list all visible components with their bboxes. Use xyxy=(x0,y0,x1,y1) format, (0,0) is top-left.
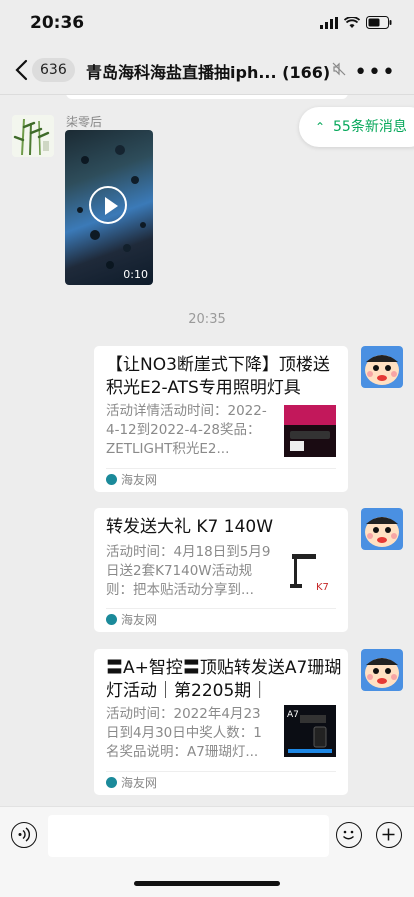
link-card[interactable]: 〓A+智控〓顶贴转发送A7珊瑚灯活动｜第2205期｜ 活动时间：2022年4月2… xyxy=(94,649,348,795)
battery-icon xyxy=(366,16,392,29)
mute-icon xyxy=(332,62,346,76)
message-timestamp: 20:35 xyxy=(188,312,226,327)
card-thumbnail xyxy=(284,405,336,457)
new-messages-button[interactable]: ⌃ 55条新消息 xyxy=(299,107,414,147)
emoji-icon[interactable] xyxy=(336,822,362,848)
double-chevron-up-icon: ⌃ xyxy=(315,120,326,134)
card-title: 转发送大礼 K7 140W xyxy=(106,517,274,537)
back-icon[interactable] xyxy=(12,58,32,82)
sender-name: 柒零后 xyxy=(66,115,103,129)
card-source-label: 海友网 xyxy=(121,613,158,627)
source-icon xyxy=(106,777,117,788)
status-icons xyxy=(320,16,392,29)
my-avatar[interactable] xyxy=(361,346,403,388)
card-title: 【让NO3断崖式下降】顶楼送积光E2-ATS专用照明灯具 xyxy=(106,355,330,398)
link-card[interactable]: 转发送大礼 K7 140W 活动时间：4月18日到5月9日送2套K7140W活动… xyxy=(94,508,348,632)
card-description: 活动时间：2022年4月23日到4月30日中奖人数：1名奖品说明：A7珊瑚灯..… xyxy=(106,706,262,760)
previous-message-bubble xyxy=(66,95,348,99)
card-thumbnail: A7 xyxy=(284,705,336,757)
card-thumbnail: K7 xyxy=(284,546,336,598)
svg-text:K7: K7 xyxy=(316,582,329,593)
bamboo-avatar-image xyxy=(12,115,54,157)
source-icon xyxy=(106,474,117,485)
chat-header: 636 青岛海科海盐直播抽iph... (166) ••• xyxy=(0,46,414,95)
wifi-icon xyxy=(344,16,360,28)
more-options-icon[interactable]: ••• xyxy=(354,60,396,85)
card-source-label: 海友网 xyxy=(121,776,158,790)
card-description: 活动详情活动时间：2022-4-12到2022-4-28奖品：ZETLIGHT积… xyxy=(106,403,267,457)
my-avatar[interactable] xyxy=(361,649,403,691)
status-bar: 20:36 xyxy=(0,0,414,46)
new-messages-label: 55条新消息 xyxy=(333,119,407,135)
card-title: 〓A+智控〓顶贴转发送A7珊瑚灯活动｜第2205期｜ xyxy=(106,658,342,701)
video-duration: 0:10 xyxy=(123,268,148,281)
home-indicator xyxy=(134,881,280,886)
signal-icon xyxy=(320,16,338,29)
video-message[interactable]: 0:10 xyxy=(65,130,153,285)
svg-text:A7: A7 xyxy=(287,710,299,720)
source-icon xyxy=(106,614,117,625)
message-input[interactable] xyxy=(48,815,329,857)
sender-avatar[interactable] xyxy=(12,115,54,157)
card-source-label: 海友网 xyxy=(121,473,158,487)
card-source: 海友网 xyxy=(106,468,336,491)
card-description: 活动时间：4月18日到5月9日送2套K7140W活动规则：把本贴活动分享到... xyxy=(106,544,271,598)
link-card[interactable]: 【让NO3断崖式下降】顶楼送积光E2-ATS专用照明灯具 活动详情活动时间：20… xyxy=(94,346,348,492)
play-icon[interactable] xyxy=(89,186,127,224)
voice-input-icon[interactable] xyxy=(11,822,37,848)
chat-title: 青岛海科海盐直播抽iph... (166) xyxy=(86,63,331,82)
status-time: 20:36 xyxy=(30,13,85,33)
card-source: 海友网 xyxy=(106,771,336,794)
unread-count-badge[interactable]: 636 xyxy=(32,58,75,82)
message-list[interactable]: 柒零后 0:10 ⌃ 55条新消息 20:35 【让NO3断崖式下降】顶楼送积光… xyxy=(0,95,414,806)
add-icon[interactable] xyxy=(376,822,402,848)
card-source: 海友网 xyxy=(106,608,336,631)
cartoon-avatar-image xyxy=(361,346,403,388)
my-avatar[interactable] xyxy=(361,508,403,550)
cartoon-avatar-image xyxy=(361,649,403,691)
cartoon-avatar-image xyxy=(361,508,403,550)
